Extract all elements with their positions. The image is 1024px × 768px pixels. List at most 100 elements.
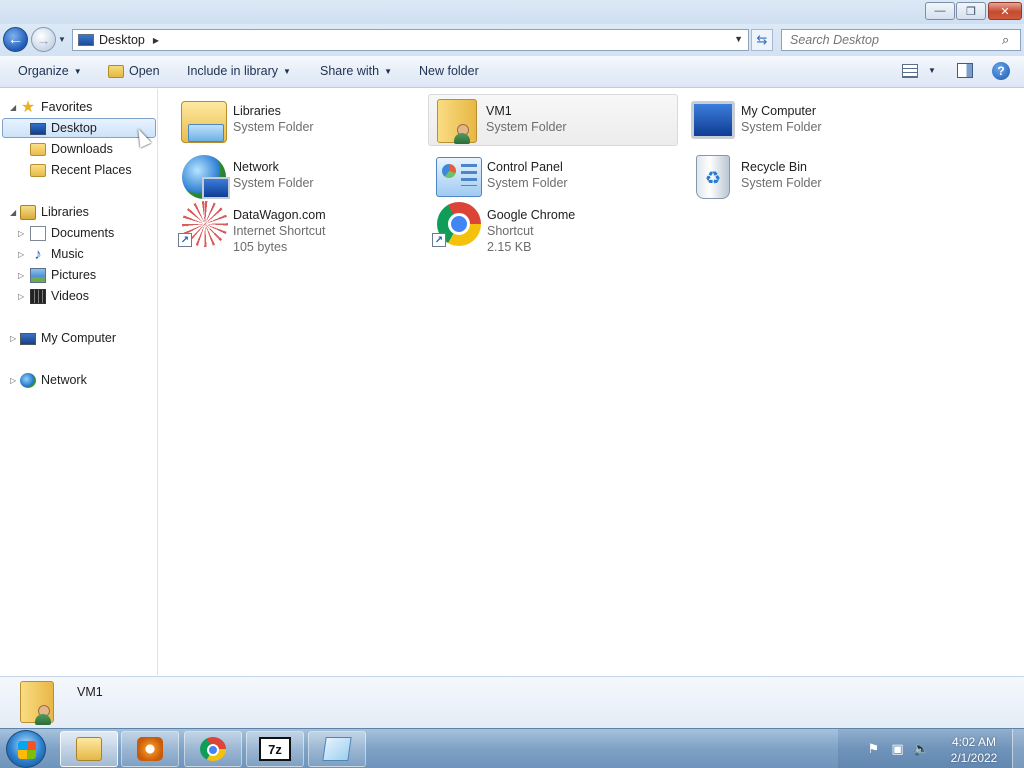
help-icon[interactable]: ? [992, 62, 1010, 80]
include-in-library-label: Include in library [187, 64, 279, 78]
taskbar-explorer-button[interactable] [60, 731, 118, 767]
item-size: 2.15 KB [487, 240, 532, 254]
collapsed-triangle-icon[interactable]: ▷ [10, 376, 16, 385]
clock-time: 4:02 AM [951, 735, 997, 749]
nav-desktop-label: Desktop [51, 121, 97, 135]
control-panel-icon [436, 157, 482, 197]
nav-libraries[interactable]: ◢ Libraries [8, 202, 89, 222]
collapsed-triangle-icon[interactable]: ▷ [18, 229, 24, 238]
nav-pictures[interactable]: ▷ Pictures [18, 265, 96, 285]
expanded-triangle-icon[interactable]: ◢ [10, 103, 16, 112]
view-options-dropdown[interactable]: ▼ [928, 66, 936, 75]
address-dropdown-icon[interactable]: ▼ [734, 34, 743, 44]
nav-network[interactable]: ▷ Network [8, 370, 87, 390]
nav-downloads[interactable]: Downloads [30, 139, 113, 159]
item-my-computer[interactable]: My Computer System Folder [684, 95, 934, 147]
7zip-icon: 7z [259, 737, 291, 761]
nav-documents-label: Documents [51, 226, 115, 240]
libraries-icon [181, 101, 227, 143]
notepad-icon [322, 737, 352, 761]
refresh-icon: ⇆ [756, 32, 768, 47]
desktop-icon [30, 122, 46, 135]
item-name: Recycle Bin [741, 160, 807, 174]
item-libraries[interactable]: Libraries System Folder [176, 95, 426, 147]
navigation-pane: ◢ ★ Favorites Desktop Downloads Recent P… [0, 89, 158, 675]
search-box[interactable]: ⌕ [781, 29, 1021, 51]
organize-label: Organize [18, 64, 69, 78]
start-button[interactable] [6, 730, 46, 768]
new-folder-label: New folder [419, 64, 479, 78]
item-name: Libraries [233, 104, 281, 118]
network-icon [20, 372, 36, 388]
item-recycle-bin[interactable]: Recycle Bin System Folder [684, 151, 934, 203]
item-type: System Folder [741, 176, 822, 190]
address-bar[interactable]: Desktop ▶ ▼ [72, 29, 749, 51]
breadcrumb-desktop[interactable]: Desktop [99, 33, 145, 47]
volume-icon[interactable]: 🔈 [913, 741, 929, 756]
nav-recent-places[interactable]: Recent Places [30, 160, 132, 180]
item-vm1[interactable]: VM1 System Folder [428, 94, 678, 146]
new-folder-button[interactable]: New folder [419, 64, 479, 78]
expanded-triangle-icon[interactable]: ◢ [10, 208, 16, 217]
taskbar-chrome-button[interactable] [184, 731, 242, 767]
item-name: DataWagon.com [233, 208, 326, 222]
item-network[interactable]: Network System Folder [176, 151, 426, 203]
taskbar-7zip-button[interactable]: 7z [246, 731, 304, 767]
search-icon[interactable]: ⌕ [1002, 32, 1020, 48]
collapsed-triangle-icon[interactable]: ▷ [10, 334, 16, 343]
file-list: Libraries System Folder VM1 System Folder … [159, 89, 1024, 675]
preview-pane-icon[interactable] [957, 63, 973, 78]
nav-my-computer[interactable]: ▷ My Computer [8, 328, 116, 348]
include-in-library-button[interactable]: Include in library ▼ [187, 64, 291, 78]
item-type: System Folder [233, 120, 314, 134]
nav-favorites-label: Favorites [41, 100, 93, 114]
refresh-button[interactable]: ⇆ [751, 29, 773, 51]
forward-arrow-icon: → [36, 31, 51, 48]
clock[interactable]: 4:02 AM 2/1/2022 [944, 734, 1004, 766]
share-with-button[interactable]: Share with ▼ [320, 64, 392, 78]
minimize-button[interactable]: — [925, 2, 955, 20]
item-name: VM1 [486, 104, 512, 118]
nav-videos-label: Videos [51, 289, 89, 303]
item-google-chrome[interactable]: ↗ Google Chrome Shortcut 2.15 KB [430, 199, 680, 261]
organize-button[interactable]: Organize ▼ [18, 64, 82, 78]
item-name: Network [233, 160, 279, 174]
forward-button[interactable]: → [31, 27, 56, 52]
chevron-down-icon: ▼ [73, 66, 82, 76]
search-input[interactable] [782, 33, 1002, 47]
item-control-panel[interactable]: Control Panel System Folder [430, 151, 680, 203]
nav-libraries-label: Libraries [41, 205, 89, 219]
taskbar-notepad-button[interactable] [308, 731, 366, 767]
computer-icon [20, 332, 36, 345]
show-desktop-button[interactable] [1012, 729, 1024, 768]
user-folder-icon [20, 681, 54, 725]
close-button[interactable]: ✕ [988, 2, 1022, 20]
nav-desktop[interactable]: Desktop [2, 118, 156, 138]
back-button[interactable]: ← [3, 27, 28, 52]
item-name: Control Panel [487, 160, 563, 174]
taskbar-media-player-button[interactable] [121, 731, 179, 767]
breadcrumb-chevron-icon[interactable]: ▶ [153, 36, 159, 45]
star-icon: ★ [20, 98, 36, 116]
collapsed-triangle-icon[interactable]: ▷ [18, 250, 24, 259]
nav-videos[interactable]: ▷ Videos [18, 286, 89, 306]
nav-favorites[interactable]: ◢ ★ Favorites [8, 97, 92, 117]
collapsed-triangle-icon[interactable]: ▷ [18, 271, 24, 280]
shortcut-arrow-icon: ↗ [432, 233, 446, 247]
action-center-flag-icon[interactable]: ⚑ [866, 741, 881, 756]
item-size: 105 bytes [233, 240, 288, 254]
open-button[interactable]: Open [108, 64, 160, 78]
item-datawagon[interactable]: ↗ DataWagon.com Internet Shortcut 105 byte… [176, 199, 426, 261]
restore-button[interactable]: ❐ [956, 2, 986, 20]
recent-pages-dropdown[interactable]: ▼ [58, 32, 68, 46]
change-view-icon[interactable] [902, 64, 918, 78]
item-type: System Folder [486, 120, 567, 134]
nav-documents[interactable]: ▷ Documents [18, 223, 114, 243]
nav-music[interactable]: ▷ ♪ Music [18, 244, 84, 264]
shortcut-arrow-icon: ↗ [178, 233, 192, 247]
network-status-icon[interactable]: ▣ [890, 741, 905, 756]
collapsed-triangle-icon[interactable]: ▷ [18, 292, 24, 301]
media-player-icon [137, 737, 163, 761]
item-type: System Folder [741, 120, 822, 134]
user-folder-icon [437, 99, 477, 144]
